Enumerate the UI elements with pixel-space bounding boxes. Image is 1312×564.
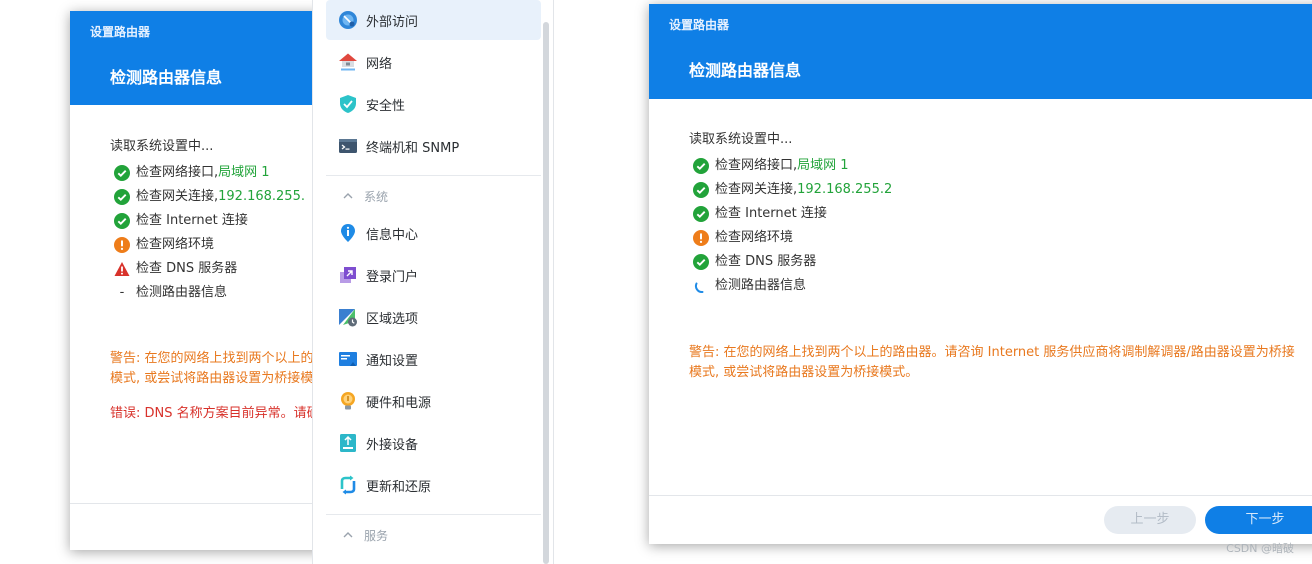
sidebar-item-terminal-snmp[interactable]: 终端机和 SNMP — [326, 126, 541, 166]
check-label: 检查 Internet 连接 — [715, 206, 827, 221]
update-restore-icon — [340, 475, 356, 495]
warning-message: 警告: 在您的网络上找到两个以上的路由器。请咨询 Internet 服务供应商将… — [689, 343, 1295, 383]
section-header-services[interactable]: 服务 — [326, 515, 541, 555]
chevron-up-icon — [343, 532, 353, 538]
sidebar-item-label: 外部访问 — [366, 14, 419, 30]
pending-dash-icon: - — [119, 285, 125, 300]
check-label: 检查 DNS 服务器 — [715, 254, 817, 269]
check-label: 检查网络接口, — [136, 165, 219, 180]
warning-line: 模式, 或尝试将路由器设置为桥接模式。 — [689, 365, 919, 380]
sidebar-item-label: 信息中心 — [366, 227, 419, 243]
check-label: 检测路由器信息 — [715, 278, 807, 293]
network-icon — [339, 53, 357, 71]
reading-settings-text: 读取系统设置中... — [689, 132, 793, 147]
check-value: 192.168.255.2 — [797, 182, 893, 197]
dialog-step-title: 检测路由器信息 — [689, 61, 802, 80]
check-row: 检查网络接口, 局域网 1 — [689, 154, 1312, 178]
sidebar-scrollbar[interactable] — [543, 22, 549, 564]
success-check-icon — [693, 182, 709, 198]
warning-line: 警告: 在您的网络上找到两个以上的 — [110, 351, 314, 366]
sidebar-item-security[interactable]: 安全性 — [326, 84, 541, 124]
previous-step-button[interactable]: 上一步 — [1104, 506, 1196, 534]
sidebar-item-login-portal[interactable]: 登录门户 — [326, 255, 541, 295]
loading-spinner-icon — [694, 282, 704, 293]
sidebar-item-label: 网络 — [366, 56, 393, 72]
external-devices-icon — [340, 434, 356, 452]
warning-circle-icon — [114, 237, 130, 253]
sidebar-item-hardware-power[interactable]: 硬件和电源 — [326, 381, 541, 421]
success-check-icon — [114, 189, 130, 205]
regional-options-icon — [339, 309, 357, 327]
sidebar-item-label: 区域选项 — [366, 311, 419, 327]
dialog-window-title: 设置路由器 — [90, 25, 151, 39]
router-setup-dialog-right: 设置路由器 检测路由器信息 读取系统设置中... 检查网络接口, 局域网 1 检… — [649, 4, 1312, 544]
control-panel-sidebar: 外部访问 网络 安全性 终端机和 SNMP 系统 信息中心 登录门户 区域选项 … — [312, 0, 554, 564]
check-value: 局域网 1 — [797, 158, 849, 173]
warning-circle-icon — [693, 230, 709, 246]
success-check-icon — [114, 213, 130, 229]
info-center-icon — [341, 224, 355, 242]
section-label: 服务 — [364, 528, 389, 543]
check-label: 检查网络环境 — [715, 230, 794, 245]
sidebar-item-network[interactable]: 网络 — [326, 42, 541, 82]
success-check-icon — [693, 254, 709, 270]
section-header-system[interactable]: 系统 — [326, 176, 541, 216]
sidebar-item-label: 安全性 — [366, 98, 406, 114]
sidebar-item-external-devices[interactable]: 外接设备 — [326, 423, 541, 463]
external-access-icon — [339, 11, 357, 29]
success-check-icon — [693, 158, 709, 174]
check-row: 检查网关连接, 192.168.255.2 — [689, 178, 1312, 202]
check-label: 检查 DNS 服务器 — [136, 261, 238, 276]
sidebar-item-info-center[interactable]: 信息中心 — [326, 213, 541, 253]
hardware-power-icon — [341, 392, 355, 410]
dialog-step-title: 检测路由器信息 — [110, 68, 223, 87]
check-value: 局域网 1 — [218, 165, 270, 180]
check-label: 检查 Internet 连接 — [136, 213, 248, 228]
sidebar-item-label: 外接设备 — [366, 437, 419, 453]
check-value: 192.168.255. — [218, 189, 305, 204]
check-row: 检查 Internet 连接 — [689, 202, 1312, 226]
sidebar-item-label: 更新和还原 — [366, 479, 432, 495]
notification-icon — [339, 352, 357, 366]
chevron-up-icon — [343, 193, 353, 199]
check-label: 检查网络环境 — [136, 237, 215, 252]
success-check-icon — [693, 206, 709, 222]
dialog-header: 设置路由器 检测路由器信息 — [649, 4, 1312, 99]
dialog-window-title: 设置路由器 — [669, 18, 730, 32]
check-row: 检查网络环境 — [689, 226, 1312, 250]
sidebar-item-label: 通知设置 — [366, 353, 419, 369]
check-row: 检查 DNS 服务器 — [689, 250, 1312, 274]
warning-line: 模式, 或尝试将路由器设置为桥接模 — [110, 371, 314, 386]
sidebar-item-label: 硬件和电源 — [366, 395, 432, 411]
section-label: 系统 — [364, 189, 389, 204]
security-shield-icon — [340, 95, 356, 113]
error-message: 错误: DNS 名称方案目前异常。请确 — [110, 406, 320, 421]
sidebar-item-notification[interactable]: 通知设置 — [326, 339, 541, 379]
check-row: 检测路由器信息 — [689, 274, 1312, 298]
sidebar-item-external-access[interactable]: 外部访问 — [326, 0, 541, 40]
check-label: 检测路由器信息 — [136, 285, 228, 300]
footer-divider — [649, 495, 1312, 496]
sidebar-item-label: 登录门户 — [366, 269, 419, 285]
sidebar-item-regional-options[interactable]: 区域选项 — [326, 297, 541, 337]
warning-message: 警告: 在您的网络上找到两个以上的 模式, 或尝试将路由器设置为桥接模 — [110, 349, 314, 389]
success-check-icon — [114, 165, 130, 181]
login-portal-icon — [340, 267, 356, 283]
csdn-watermark: CSDN @暗破 — [1226, 542, 1294, 555]
warning-line: 警告: 在您的网络上找到两个以上的路由器。请咨询 Internet 服务供应商将… — [689, 345, 1295, 360]
check-label: 检查网关连接, — [136, 189, 219, 204]
check-label: 检查网络接口, — [715, 158, 798, 173]
next-step-button[interactable]: 下一步 — [1205, 506, 1312, 534]
check-label: 检查网关连接, — [715, 182, 798, 197]
sidebar-item-label: 终端机和 SNMP — [366, 140, 460, 156]
dialog-body: 读取系统设置中... 检查网络接口, 局域网 1 检查网关连接, 192.168… — [689, 130, 1312, 298]
terminal-icon — [339, 139, 357, 153]
sidebar-item-update-restore[interactable]: 更新和还原 — [326, 465, 541, 505]
error-triangle-icon — [114, 262, 130, 276]
